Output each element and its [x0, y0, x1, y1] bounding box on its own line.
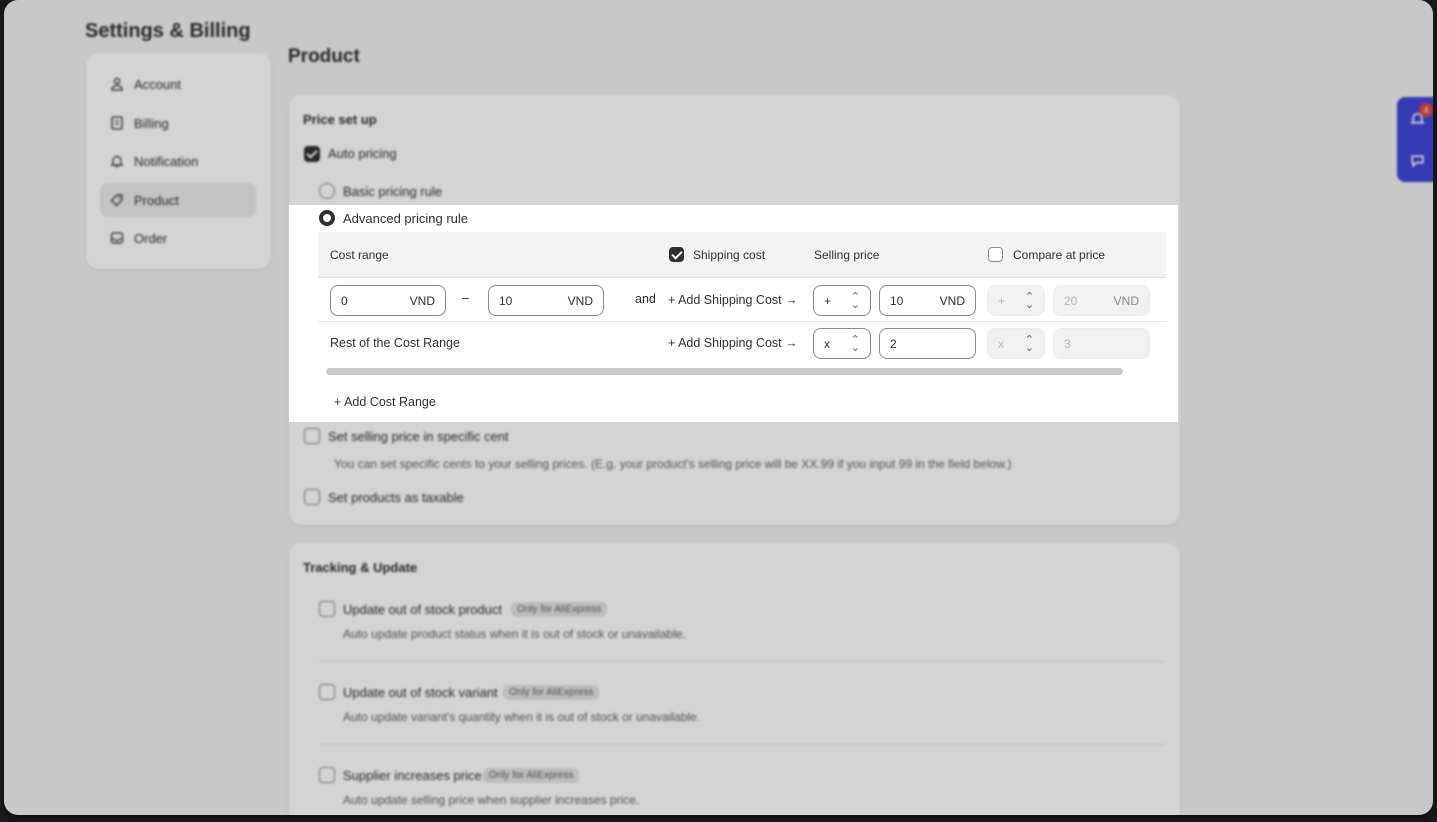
add-shipping-cost-link[interactable]: + Add Shipping Cost → [668, 293, 798, 307]
table-row: Rest of the Cost Range + Add Shipping Co… [318, 322, 1166, 365]
compare-operator-select[interactable]: + ⌃ ⌄ [987, 285, 1045, 316]
specific-cent-checkbox[interactable] [304, 428, 320, 444]
horizontal-scrollbar[interactable] [326, 368, 1123, 375]
supplier-price-checkbox[interactable] [319, 767, 335, 783]
col-cost-range: Cost range [330, 248, 389, 262]
tracking-title: Tracking & Update [303, 560, 418, 575]
cost-to-input[interactable]: 10 VND [488, 285, 604, 316]
selling-operator-select[interactable]: + ⌃ ⌄ [813, 285, 871, 316]
range-dash: – [462, 291, 469, 305]
taxable-label: Set products as taxable [328, 490, 464, 505]
sidebar-item-product[interactable]: Product [100, 183, 256, 217]
auto-pricing-checkbox[interactable] [304, 146, 320, 162]
out-of-stock-product-label: Update out of stock product [343, 602, 502, 617]
chevron-up-down-icon: ⌃ ⌄ [850, 333, 860, 354]
compare-value-input[interactable]: 3 [1053, 328, 1150, 359]
chat-icon[interactable] [1410, 153, 1425, 168]
divider [319, 661, 1165, 662]
advanced-pricing-radio[interactable] [319, 210, 335, 226]
out-of-stock-variant-label: Update out of stock variant [343, 685, 498, 700]
supplier-price-label: Supplier increases price [343, 768, 482, 783]
cost-from-value: 0 [341, 293, 348, 308]
sidebar-item-label: Billing [134, 115, 169, 131]
shipping-cost-checkbox[interactable] [669, 247, 684, 262]
divider [319, 744, 1165, 745]
out-of-stock-product-desc: Auto update product status when it is ou… [343, 627, 686, 641]
floating-action-panel[interactable]: 4 [1397, 97, 1433, 182]
compare-operator-select[interactable]: x ⌃ ⌄ [987, 328, 1045, 359]
selling-operator-value: + [824, 293, 832, 308]
compare-value-input[interactable]: 20 VND [1053, 285, 1150, 316]
col-shipping-cost: Shipping cost [693, 248, 766, 262]
currency-unit: VND [567, 293, 593, 308]
out-of-stock-variant-checkbox[interactable] [319, 684, 335, 700]
price-setup-title: Price set up [303, 112, 377, 127]
aliexpress-tag: Only for AliExpress [503, 685, 600, 700]
chevron-up-down-icon: ⌃ ⌄ [1024, 290, 1034, 311]
aliexpress-tag: Only for AliExpress [483, 768, 580, 783]
taxable-checkbox[interactable] [304, 489, 320, 505]
sidebar-item-account[interactable]: Account [100, 67, 256, 101]
add-cost-range-button[interactable]: + Add Cost Range [334, 395, 436, 409]
user-icon [111, 77, 123, 91]
specific-cent-help: You can set specific cents to your selli… [334, 457, 1012, 471]
sidebar-item-label: Account [134, 76, 181, 92]
sidebar-item-billing[interactable]: Billing [100, 106, 256, 140]
currency-unit: VND [1113, 293, 1139, 308]
selling-value: 2 [890, 336, 897, 351]
basic-pricing-label: Basic pricing rule [343, 184, 442, 199]
compare-operator-value: x [998, 336, 1004, 351]
auto-pricing-label: Auto pricing [328, 146, 397, 161]
selling-operator-value: x [824, 336, 830, 351]
section-title: Product [288, 46, 360, 67]
advanced-pricing-label: Advanced pricing rule [343, 211, 469, 226]
tag-icon [110, 194, 123, 207]
out-of-stock-variant-desc: Auto update variant's quantity when it i… [343, 710, 701, 724]
sidebar-item-label: Notification [134, 153, 199, 169]
compare-at-checkbox[interactable] [988, 247, 1003, 262]
and-text: and [635, 292, 656, 306]
specific-cent-label: Set selling price in specific cent [328, 429, 509, 444]
selling-value-input[interactable]: 2 [879, 328, 976, 359]
tracking-card: Tracking & Update Update out of stock pr… [289, 543, 1180, 815]
cost-from-input[interactable]: 0 VND [330, 285, 446, 316]
sidebar-item-notification[interactable]: Notification [100, 144, 256, 178]
page-title: Settings & Billing [85, 20, 251, 42]
settings-sidebar: Account Billing Notification Product Ord… [86, 53, 271, 269]
table-row: 0 VND – 10 VND and + Add Shipping Cost →… [318, 279, 1166, 322]
selling-value: 10 [890, 293, 904, 308]
compare-value: 20 [1064, 293, 1078, 308]
currency-unit: VND [939, 293, 965, 308]
bell-icon [110, 155, 124, 168]
chevron-up-down-icon: ⌃ ⌄ [1024, 333, 1034, 354]
out-of-stock-product-checkbox[interactable] [319, 601, 335, 617]
advanced-pricing-panel: Advanced pricing rule Cost range Shippin… [289, 205, 1178, 422]
add-shipping-cost-link[interactable]: + Add Shipping Cost → [668, 336, 798, 350]
currency-unit: VND [409, 293, 435, 308]
cost-to-value: 10 [499, 293, 513, 308]
rest-of-range-label: Rest of the Cost Range [330, 336, 460, 350]
col-selling-price: Selling price [814, 248, 880, 262]
selling-value-input[interactable]: 10 VND [879, 285, 976, 316]
selling-operator-select[interactable]: x ⌃ ⌄ [813, 328, 871, 359]
pricing-table-header: Cost range Shipping cost Selling price C… [318, 232, 1166, 278]
notification-badge: 4 [1419, 103, 1433, 117]
supplier-price-desc: Auto update selling price when supplier … [343, 793, 640, 807]
basic-pricing-radio[interactable] [319, 183, 335, 199]
sidebar-item-label: Order [134, 230, 168, 246]
col-compare-at: Compare at price [1013, 248, 1106, 262]
sidebar-item-order[interactable]: Order [100, 221, 256, 255]
chevron-up-down-icon: ⌃ ⌄ [850, 290, 860, 311]
sidebar-item-label: Product [134, 192, 179, 208]
compare-operator-value: + [998, 293, 1006, 308]
inbox-icon [110, 232, 124, 244]
receipt-icon [111, 116, 123, 130]
aliexpress-tag: Only for AliExpress [511, 602, 608, 617]
compare-value: 3 [1064, 336, 1071, 351]
